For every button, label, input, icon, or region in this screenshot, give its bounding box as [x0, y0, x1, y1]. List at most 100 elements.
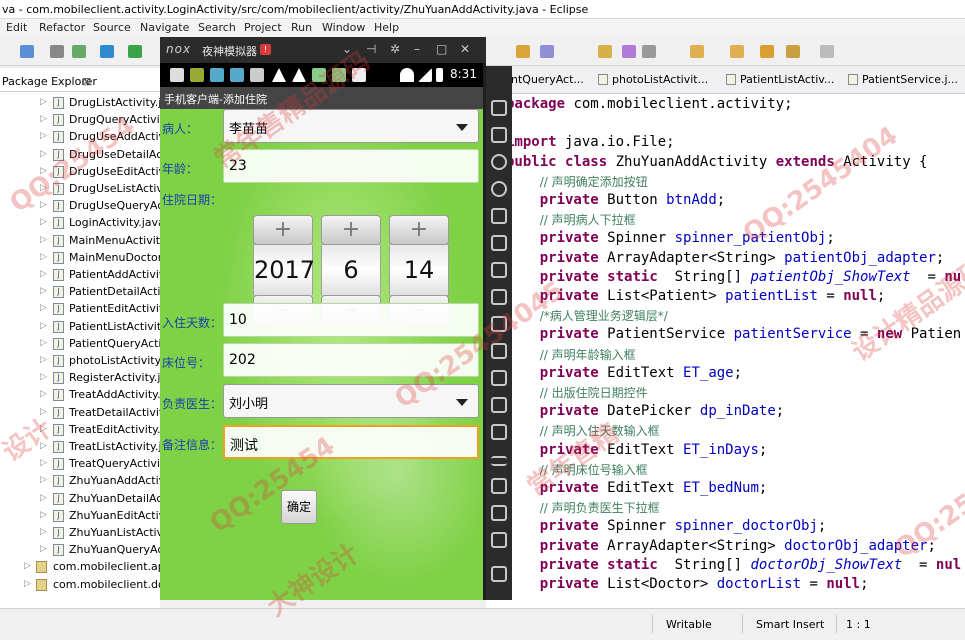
package-item[interactable]: ▷ com.mobileclient.domain [0, 577, 192, 594]
file-tree-item[interactable]: ▷ J PatientEditActivity.java [0, 301, 195, 318]
expand-arrow-icon[interactable]: ▷ [40, 321, 47, 331]
expand-arrow-icon[interactable]: ▷ [40, 303, 47, 313]
file-tree-item[interactable]: ▷ J MainMenuDoctorActivity.java [0, 250, 228, 267]
expand-arrow-icon[interactable]: ▷ [40, 458, 47, 468]
increment-icon[interactable]: + [389, 215, 449, 245]
menu-source[interactable]: Source [93, 21, 131, 34]
menu-run[interactable]: Run [291, 21, 312, 34]
menu-help[interactable]: Help [374, 21, 399, 34]
expand-arrow-icon[interactable]: ▷ [40, 355, 47, 365]
file-tree-item[interactable]: ▷ J DrugUseDetailActivity.java [0, 147, 215, 164]
forward-icon[interactable] [820, 45, 834, 58]
print-icon[interactable] [72, 45, 86, 58]
expand-arrow-icon[interactable]: ▷ [40, 372, 47, 382]
close-icon[interactable]: ✕ [460, 42, 470, 56]
toggle-icon[interactable] [642, 45, 656, 58]
bed-input[interactable]: 202 [223, 343, 479, 377]
search-icon[interactable] [598, 45, 612, 58]
pin-icon[interactable]: ⊣ [366, 42, 376, 56]
file-tree-item[interactable]: ▷ J ZhuYuanQueryActivity.java [0, 542, 216, 559]
file-tree-item[interactable]: ▷ J MainMenuActivity.java [0, 233, 192, 250]
patient-spinner[interactable]: 李苗苗 [223, 109, 479, 143]
screen-icon[interactable] [491, 208, 507, 224]
recent-apps-icon[interactable] [491, 566, 507, 582]
file-tree-item[interactable]: ▷ J LoginActivity.java [0, 215, 165, 232]
menu-project[interactable]: Project [244, 21, 282, 34]
new-icon[interactable] [20, 45, 34, 58]
expand-arrow-icon[interactable]: ▷ [40, 166, 47, 176]
folder-icon[interactable] [491, 397, 507, 413]
file-tree-item[interactable]: ▷ J PatientListActivity.java [0, 319, 193, 336]
file-tree-item[interactable]: ▷ J DrugListActivity.java [0, 95, 181, 112]
file-tree-item[interactable]: ▷ J DrugQueryActivity.java [0, 112, 196, 129]
open-folder-icon[interactable] [516, 45, 530, 58]
expand-arrow-icon[interactable]: ▷ [40, 149, 47, 159]
file-tree-item[interactable]: ▷ J ZhuYuanListActivity.java [0, 525, 202, 542]
expand-arrow-icon[interactable]: ▷ [40, 217, 47, 227]
editor-tab[interactable]: PatientListActiv... [726, 73, 834, 91]
close-icon[interactable]: ⊠ [82, 75, 91, 88]
file-tree-item[interactable]: ▷ J TreatAddActivity.java [0, 387, 184, 404]
expand-arrow-icon[interactable]: ▷ [40, 424, 47, 434]
menu-search[interactable]: Search [198, 21, 236, 34]
editor-tab[interactable]: photoListActivit... [598, 73, 708, 91]
robot-icon[interactable] [491, 127, 507, 143]
expand-arrow-icon[interactable]: ▷ [40, 338, 47, 348]
file-tree-item[interactable]: ▷ J TreatQueryActivity.java [0, 456, 196, 473]
file-tree-item[interactable]: ▷ J ZhuYuanDetailActivity.java [0, 491, 215, 508]
expand-arrow-icon[interactable]: ▷ [40, 97, 47, 107]
last-edit-icon[interactable] [760, 45, 774, 58]
menu-navigate[interactable]: Navigate [140, 21, 189, 34]
expand-arrow-icon[interactable]: ▷ [40, 183, 47, 193]
file-tree-item[interactable]: ▷ J DrugUseEditActivity.java [0, 164, 204, 181]
expand-arrow-icon[interactable]: ▷ [40, 407, 47, 417]
note-input[interactable]: 测试 [223, 425, 479, 459]
multi-window-icon[interactable] [491, 478, 507, 494]
expand-arrow-icon[interactable]: ▷ [40, 114, 47, 124]
doctor-spinner[interactable]: 刘小明 [223, 384, 479, 418]
expand-arrow-icon[interactable]: ▷ [40, 441, 47, 451]
phone-icon[interactable] [491, 100, 507, 116]
file-tree-item[interactable]: ▷ J TreatEditActivity.java [0, 422, 184, 439]
file-tree-item[interactable]: ▷ J TreatDetailActivity.java [0, 405, 195, 422]
file-tree-item[interactable]: ▷ J DrugUseListActivity.java [0, 181, 202, 198]
back-icon[interactable] [786, 45, 800, 58]
code-editor[interactable]: package com.mobileclient.activity; import… [486, 94, 965, 608]
package-item[interactable]: ▷ com.mobileclient.app [0, 559, 172, 576]
increment-icon[interactable]: + [321, 215, 381, 245]
file-tree-item[interactable]: ▷ J ZhuYuanAddActivity.java [0, 473, 204, 490]
increment-icon[interactable]: + [253, 215, 313, 245]
prev-annotation-icon[interactable] [730, 45, 744, 58]
expand-arrow-icon[interactable]: ▷ [40, 493, 47, 503]
age-input[interactable]: 23 [223, 149, 479, 183]
file-tree-item[interactable]: ▷ J DrugUseQueryActivity.java [0, 198, 216, 215]
month-value[interactable]: 6 [321, 245, 381, 295]
save-icon[interactable] [50, 45, 64, 58]
package-explorer-tab[interactable]: Package Explorer ⊠ [0, 72, 160, 92]
fullscreen-icon[interactable] [491, 235, 507, 251]
editor-tab[interactable]: PatientService.j... [848, 73, 958, 91]
open-type-icon[interactable] [540, 45, 554, 58]
menu-icon[interactable] [491, 456, 507, 466]
expand-arrow-icon[interactable]: ▷ [24, 561, 31, 571]
year-value[interactable]: 2017 [253, 245, 315, 295]
minimize-icon[interactable]: – [414, 42, 420, 56]
gear-icon[interactable]: ✲ [390, 42, 400, 56]
menu-window[interactable]: Window [322, 21, 365, 34]
file-tree-item[interactable]: ▷ J ZhuYuanEditActivity.java [0, 508, 204, 525]
volume-up-icon[interactable] [491, 262, 507, 278]
expand-arrow-icon[interactable]: ▷ [40, 131, 47, 141]
expand-arrow-icon[interactable]: ▷ [40, 286, 47, 296]
file-tree-item[interactable]: ▷ J RegisterActivity.java [0, 370, 180, 387]
next-annotation-icon[interactable] [690, 45, 704, 58]
maximize-icon[interactable]: □ [436, 42, 447, 56]
expand-arrow-icon[interactable]: ▷ [40, 475, 47, 485]
debug-icon[interactable] [100, 45, 114, 58]
days-input[interactable]: 10 [223, 303, 479, 337]
shake-icon[interactable] [491, 343, 507, 359]
expand-arrow-icon[interactable]: ▷ [40, 252, 47, 262]
run-icon[interactable] [128, 45, 142, 58]
file-tree-item[interactable]: ▷ J PatientQueryActivity.java [0, 336, 207, 353]
expand-arrow-icon[interactable]: ▷ [40, 527, 47, 537]
record-icon[interactable] [491, 424, 507, 440]
